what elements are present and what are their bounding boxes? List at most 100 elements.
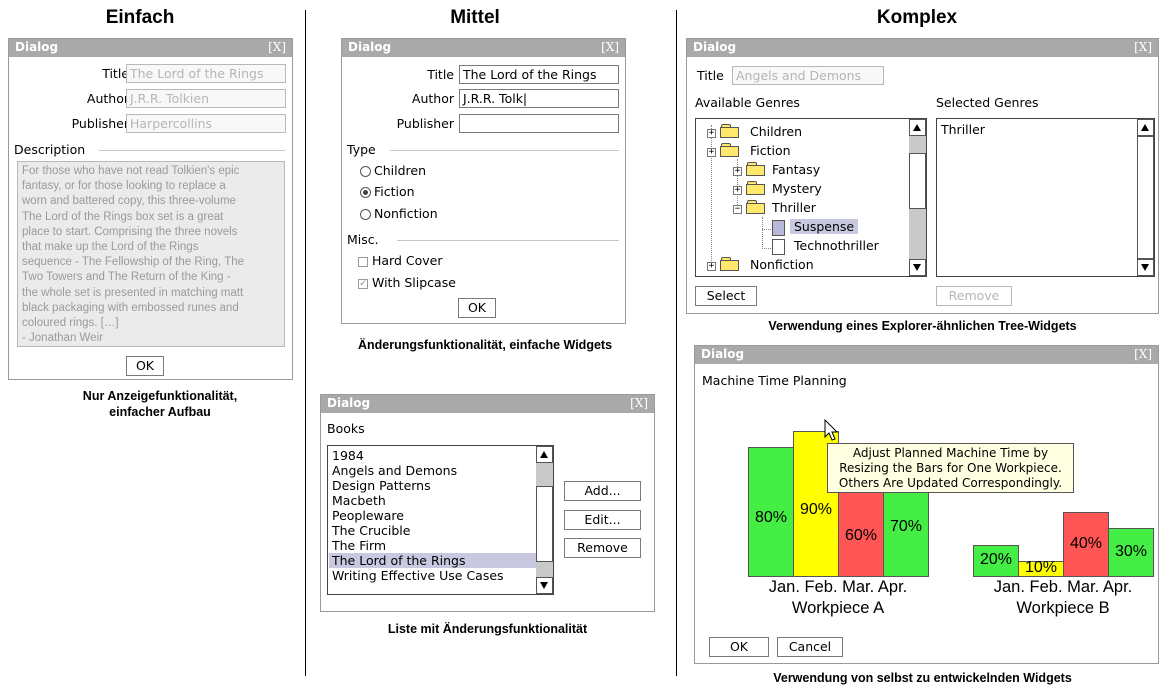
document-icon — [772, 239, 785, 255]
list-item[interactable]: Peopleware — [332, 508, 404, 523]
list-item[interactable]: 1984 — [332, 448, 364, 463]
list-item-selected[interactable]: The Lord of the Rings — [329, 553, 536, 568]
author-label: Author — [411, 91, 454, 106]
expand-plus-icon[interactable]: + — [707, 129, 716, 138]
collapse-minus-icon[interactable]: − — [733, 205, 742, 214]
radio-button[interactable] — [360, 166, 371, 177]
document-icon — [772, 220, 785, 236]
tree-connector — [762, 248, 771, 249]
radio-label: Fiction — [374, 184, 415, 199]
close-button[interactable]: [X] — [601, 40, 619, 54]
remove-button[interactable]: Remove — [936, 286, 1012, 306]
title-input[interactable]: The Lord of the Rings — [459, 65, 619, 84]
genre-tree[interactable]: + Children + Fiction + Fantasy + Mystery… — [695, 118, 927, 277]
list-item[interactable]: The Firm — [332, 538, 386, 553]
bar-value-label: 30% — [1114, 543, 1148, 560]
dialog-planning: Dialog [X] Machine Time Planning 80% 90% 6… — [694, 345, 1159, 664]
add-button[interactable]: Add... — [564, 481, 641, 501]
scrollbar[interactable] — [1137, 119, 1154, 276]
available-genres-label: Available Genres — [695, 95, 800, 110]
title-label: Title — [697, 68, 724, 83]
list-item[interactable]: Angels and Demons — [332, 463, 457, 478]
list-item[interactable]: Design Patterns — [332, 478, 431, 493]
description-line: coloured rings. […] — [22, 317, 119, 330]
title-label: Title — [427, 67, 454, 82]
folder-icon — [746, 181, 766, 195]
list-item[interactable]: The Crucible — [332, 523, 410, 538]
author-input[interactable]: J.R.R. Tolk| — [459, 89, 619, 108]
titlebar[interactable]: Dialog [X] — [342, 39, 625, 57]
publisher-input[interactable] — [459, 114, 619, 133]
scrollbar[interactable] — [536, 446, 553, 594]
tree-node-nonfiction[interactable]: Nonfiction — [750, 257, 814, 272]
scroll-thumb[interactable] — [1137, 136, 1154, 259]
checkbox-checked[interactable]: ✓ — [358, 279, 368, 289]
tree-node-mystery[interactable]: Mystery — [772, 181, 822, 196]
title-label: Title — [102, 66, 129, 81]
tree-node-technothriller[interactable]: Technothriller — [794, 238, 879, 253]
scroll-up-arrow-icon[interactable] — [909, 119, 926, 136]
scroll-thumb[interactable] — [536, 486, 553, 562]
author-field: J.R.R. Tolkien — [126, 89, 286, 108]
scroll-up-arrow-icon[interactable] — [1137, 119, 1154, 136]
bar-value-label: 10% — [1024, 559, 1058, 576]
description-line: worn and battered copy, this three-volum… — [22, 195, 236, 208]
scroll-thumb[interactable] — [909, 153, 926, 209]
close-button[interactable]: [X] — [630, 396, 648, 410]
description-line: place to start. Comprising the three nov… — [22, 225, 238, 238]
tree-node-fiction[interactable]: Fiction — [750, 143, 791, 158]
machine-time-chart[interactable]: 80% 90% 60% 70% Jan. Feb. Mar. Apr. Workpiece… — [695, 346, 1158, 663]
group-divider — [99, 150, 285, 151]
expand-plus-icon[interactable]: + — [733, 186, 742, 195]
expand-plus-icon[interactable]: + — [707, 262, 716, 271]
scrollbar[interactable] — [909, 119, 926, 276]
select-button[interactable]: Select — [695, 286, 757, 306]
dialog-title: Dialog — [327, 396, 371, 410]
caption-medium-top: Änderungsfunktionalität, einfache Widget… — [357, 338, 613, 352]
titlebar[interactable]: Dialog [X] — [321, 395, 654, 413]
description-line: - Jonathan Weir — [22, 332, 103, 345]
radio-button[interactable] — [360, 187, 371, 198]
titlebar[interactable]: Dialog [X] — [687, 39, 1158, 57]
scroll-up-arrow-icon[interactable] — [536, 446, 553, 463]
checkbox[interactable] — [358, 257, 368, 267]
close-button[interactable]: [X] — [1134, 40, 1152, 54]
books-list[interactable]: 1984 Angels and Demons Design Patterns M… — [327, 445, 554, 595]
titlebar[interactable]: Dialog [X] — [9, 39, 292, 57]
tree-node-suspense[interactable]: Suspense — [790, 219, 859, 234]
column-separator — [676, 10, 677, 676]
tooltip: Adjust Planned Machine Time by Resizing … — [827, 443, 1074, 493]
list-item[interactable]: Macbeth — [332, 493, 386, 508]
list-item[interactable]: Thriller — [941, 122, 985, 137]
selected-genres-list[interactable]: Thriller — [936, 118, 1155, 277]
group-divider — [390, 150, 619, 151]
tree-node-thriller[interactable]: Thriller — [772, 200, 816, 215]
tooltip-line: Resizing the Bars for One Workpiece. — [839, 461, 1062, 475]
scroll-down-arrow-icon[interactable] — [536, 577, 553, 594]
open-folder-icon — [746, 200, 766, 214]
title-field: The Lord of the Rings — [126, 64, 286, 83]
tree-node-fantasy[interactable]: Fantasy — [772, 162, 820, 177]
edit-button[interactable]: Edit... — [564, 510, 641, 530]
close-button[interactable]: [X] — [268, 40, 286, 54]
expand-plus-icon[interactable]: + — [707, 148, 716, 157]
ok-button[interactable]: OK — [458, 298, 496, 318]
scroll-down-arrow-icon[interactable] — [909, 259, 926, 276]
cancel-button[interactable]: Cancel — [777, 637, 843, 657]
scroll-down-arrow-icon[interactable] — [1137, 259, 1154, 276]
caption-simple: Nur Anzeigefunktionalität, einfacher Auf… — [40, 388, 280, 420]
remove-button[interactable]: Remove — [564, 538, 641, 558]
bar-value-label: 70% — [889, 518, 923, 535]
description-label: Description — [14, 142, 86, 157]
selected-genres-label: Selected Genres — [936, 95, 1039, 110]
expand-plus-icon[interactable]: + — [733, 167, 742, 176]
list-item[interactable]: Writing Effective Use Cases — [332, 568, 504, 583]
column-heading-simple: Einfach — [105, 7, 175, 28]
bar-value-label: 90% — [799, 501, 833, 518]
ok-button[interactable]: OK — [126, 356, 164, 376]
tree-node-children[interactable]: Children — [750, 124, 802, 139]
description-line: The Lord of the Rings box set is a great — [22, 210, 224, 223]
type-group-label: Type — [347, 142, 376, 157]
radio-button[interactable] — [360, 209, 371, 220]
ok-button[interactable]: OK — [709, 637, 769, 657]
